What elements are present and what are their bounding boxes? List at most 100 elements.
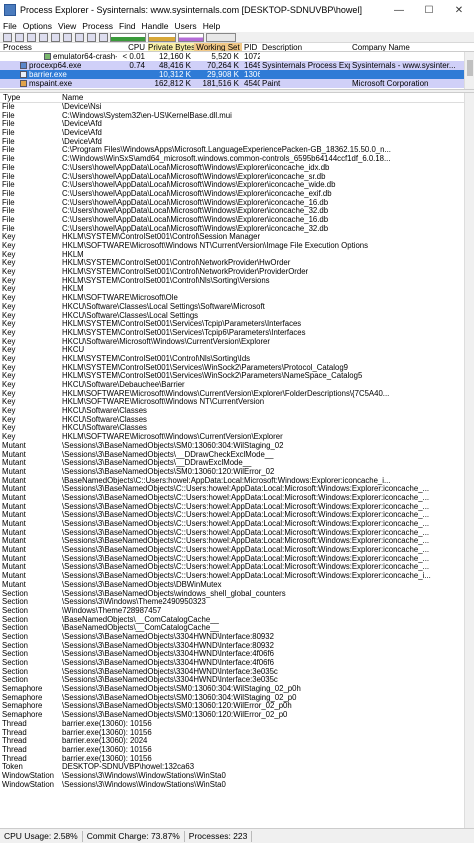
handle-row[interactable]: Thread barrier.exe(13060): 10156: [0, 729, 464, 738]
handle-row[interactable]: File \Device\Nsi: [0, 103, 464, 112]
handle-row[interactable]: Semaphore \Sessions\3\BaseNamedObjects\SM…: [0, 702, 464, 711]
handle-row[interactable]: File C:\Users\howel\AppData\Local\Microso…: [0, 207, 464, 216]
handle-row[interactable]: Section \BaseNamedObjects\__ComCatalogCac…: [0, 624, 464, 633]
handle-row[interactable]: Section \Windows\Theme728987457: [0, 607, 464, 616]
find-icon[interactable]: [87, 32, 96, 42]
handle-row[interactable]: Key HKCU\Software\Classes: [0, 416, 464, 425]
target-icon[interactable]: [63, 32, 72, 42]
handle-row[interactable]: File C:\Users\howel\AppData\Local\Microso…: [0, 173, 464, 182]
process-row[interactable]: procexp64.exe 0.74 48,416 K 70,264 K 164…: [0, 61, 474, 70]
handle-row[interactable]: Mutant \Sessions\3\BaseNamedObjects\C::Us…: [0, 572, 464, 581]
handle-row[interactable]: Key HKLM\SYSTEM\ControlSet001\Services\Wi…: [0, 364, 464, 373]
column-description[interactable]: Description: [260, 43, 350, 51]
properties-icon[interactable]: [51, 32, 60, 42]
menu-file[interactable]: File: [0, 21, 20, 31]
handle-row[interactable]: Mutant \Sessions\3\BaseNamedObjects\SM0:1…: [0, 468, 464, 477]
handle-row[interactable]: Semaphore \Sessions\3\BaseNamedObjects\SM…: [0, 685, 464, 694]
handle-row[interactable]: Key HKLM\SOFTWARE\Microsoft\Windows\Curre…: [0, 433, 464, 442]
handle-row[interactable]: Section \BaseNamedObjects\__ComCatalogCac…: [0, 616, 464, 625]
handle-row[interactable]: Key HKLM\SOFTWARE\Microsoft\Windows NT\Cu…: [0, 398, 464, 407]
handle-row[interactable]: Thread barrier.exe(13060): 10156: [0, 720, 464, 729]
handle-row[interactable]: Mutant \Sessions\3\BaseNamedObjects\C::Us…: [0, 563, 464, 572]
handle-row[interactable]: Key HKLM\SOFTWARE\Microsoft\Windows\Curre…: [0, 390, 464, 399]
maximize-button[interactable]: ☐: [414, 0, 444, 20]
column-process[interactable]: Process: [0, 43, 117, 51]
handle-row[interactable]: Key HKCU\Software\Classes: [0, 424, 464, 433]
handle-row[interactable]: File C:\Users\howel\AppData\Local\Microso…: [0, 216, 464, 225]
handle-row[interactable]: Mutant \Sessions\3\BaseNamedObjects\C::Us…: [0, 485, 464, 494]
handle-row[interactable]: WindowStation \Sessions\3\Windows\WindowS…: [0, 772, 464, 781]
close-button[interactable]: ✕: [444, 0, 474, 20]
handle-row[interactable]: Mutant \Sessions\3\BaseNamedObjects\DBWin…: [0, 581, 464, 590]
handle-row[interactable]: Mutant \Sessions\3\BaseNamedObjects\C::Us…: [0, 529, 464, 538]
handle-row[interactable]: Key HKCU\Software\Microsoft\Windows\Curre…: [0, 338, 464, 347]
process-row[interactable]: mspaint.exe 162,812 K 181,516 K 4540 Pai…: [0, 79, 474, 88]
column-name[interactable]: Name: [62, 93, 474, 102]
menu-users[interactable]: Users: [171, 21, 199, 31]
column-pid[interactable]: PID: [242, 43, 260, 51]
handle-row[interactable]: Mutant \Sessions\3\BaseNamedObjects\SM0:1…: [0, 442, 464, 451]
menu-help[interactable]: Help: [200, 21, 223, 31]
handle-row[interactable]: Section \Sessions\3\BaseNamedObjects\3304…: [0, 642, 464, 651]
handle-list-scrollbar[interactable]: [464, 93, 474, 828]
handle-row[interactable]: Key HKLM\SYSTEM\ControlSet001\Control\Net…: [0, 268, 464, 277]
save-icon[interactable]: [3, 32, 12, 42]
menu-handle[interactable]: Handle: [139, 21, 172, 31]
handle-row[interactable]: Mutant \Sessions\3\BaseNamedObjects\C::Us…: [0, 494, 464, 503]
handle-row[interactable]: Thread barrier.exe(13060): 2024: [0, 737, 464, 746]
column-working-set[interactable]: Working Set: [194, 43, 242, 51]
column-cpu[interactable]: CPU: [117, 43, 148, 51]
cpu-graph[interactable]: [110, 32, 146, 42]
handle-row[interactable]: Key HKLM\SOFTWARE\Microsoft\Windows NT\Cu…: [0, 242, 464, 251]
handle-row[interactable]: Semaphore \Sessions\3\BaseNamedObjects\SM…: [0, 694, 464, 703]
handle-row[interactable]: Section \Sessions\3\BaseNamedObjects\3304…: [0, 633, 464, 642]
kill-icon[interactable]: [75, 32, 84, 42]
handle-row[interactable]: Token DESKTOP-SDNUVBP\howel:132ca63: [0, 763, 464, 772]
handle-row[interactable]: Key HKLM: [0, 251, 464, 260]
handle-row[interactable]: Section \Sessions\3\Windows\Theme24909503…: [0, 598, 464, 607]
handle-row[interactable]: Thread barrier.exe(13060): 10156: [0, 746, 464, 755]
handle-row[interactable]: Mutant \Sessions\3\BaseNamedObjects\C::Us…: [0, 503, 464, 512]
handle-row[interactable]: WindowStation \Sessions\3\Windows\WindowS…: [0, 781, 464, 790]
handle-row[interactable]: Key HKLM\SYSTEM\ControlSet001\Control\Ses…: [0, 233, 464, 242]
minimize-button[interactable]: —: [384, 0, 414, 20]
refresh-icon[interactable]: [15, 32, 24, 42]
handle-row[interactable]: File C:\Users\howel\AppData\Local\Microso…: [0, 190, 464, 199]
handle-row[interactable]: Key HKCU: [0, 346, 464, 355]
column-company[interactable]: Company Name: [350, 43, 460, 51]
handle-row[interactable]: Key HKLM\SOFTWARE\Microsoft\Ole: [0, 294, 464, 303]
handle-row[interactable]: Key HKCU\Software\Classes\Local Settings\…: [0, 303, 464, 312]
handle-row[interactable]: Key HKLM\SYSTEM\ControlSet001\Services\Wi…: [0, 372, 464, 381]
handle-row[interactable]: Mutant \Sessions\3\BaseNamedObjects\C::Us…: [0, 537, 464, 546]
process-list-scrollbar[interactable]: [464, 52, 474, 89]
process-row[interactable]: emulator64-crash-ser... < 0.01 12,160 K …: [0, 52, 474, 61]
handle-row[interactable]: File C:\Windows\WinSxS\amd64_microsoft.wi…: [0, 155, 464, 164]
handle-row[interactable]: Key HKLM\SYSTEM\ControlSet001\Control\Nls…: [0, 277, 464, 286]
handle-row[interactable]: Section \Sessions\3\BaseNamedObjects\3304…: [0, 659, 464, 668]
handle-row[interactable]: Section \Sessions\3\BaseNamedObjects\3304…: [0, 676, 464, 685]
commit-graph[interactable]: [148, 32, 176, 42]
handle-row[interactable]: File C:\Users\howel\AppData\Local\Microso…: [0, 164, 464, 173]
dll-icon[interactable]: [99, 32, 108, 42]
handle-row[interactable]: File C:\Program Files\WindowsApps\Microso…: [0, 146, 464, 155]
handle-row[interactable]: Mutant \BaseNamedObjects\C::Users:howel:A…: [0, 477, 464, 486]
handle-row[interactable]: Key HKCU\Software\Classes\Local Settings: [0, 312, 464, 321]
gpu-graph[interactable]: [206, 32, 236, 42]
handle-row[interactable]: Mutant \Sessions\3\BaseNamedObjects\__DDr…: [0, 459, 464, 468]
handle-row[interactable]: File C:\Users\howel\AppData\Local\Microso…: [0, 225, 464, 234]
handle-row[interactable]: Section \Sessions\3\BaseNamedObjects\3304…: [0, 650, 464, 659]
handle-row[interactable]: Mutant \Sessions\3\BaseNamedObjects\C::Us…: [0, 520, 464, 529]
handle-row[interactable]: Key HKLM\SYSTEM\ControlSet001\Services\Tc…: [0, 320, 464, 329]
process-row-selected[interactable]: barrier.exe 10,312 K 29,908 K 13060: [0, 70, 474, 79]
handle-row[interactable]: Thread barrier.exe(13060): 10156: [0, 755, 464, 764]
handle-row[interactable]: File C:\Windows\System32\en-US\KernelBase…: [0, 112, 464, 121]
system-info-icon[interactable]: [27, 32, 36, 42]
handle-row[interactable]: File \Device\Afd: [0, 138, 464, 147]
handle-row[interactable]: Section \Sessions\3\BaseNamedObjects\3304…: [0, 668, 464, 677]
handle-row[interactable]: File C:\Users\howel\AppData\Local\Microso…: [0, 199, 464, 208]
handle-row[interactable]: Mutant \Sessions\3\BaseNamedObjects\__DDr…: [0, 451, 464, 460]
handle-row[interactable]: Mutant \Sessions\3\BaseNamedObjects\C::Us…: [0, 511, 464, 520]
handle-row[interactable]: Key HKCU\Software\Debauchee\Barrier: [0, 381, 464, 390]
handle-row[interactable]: Mutant \Sessions\3\BaseNamedObjects\C::Us…: [0, 555, 464, 564]
handle-row[interactable]: File \Device\Afd: [0, 120, 464, 129]
